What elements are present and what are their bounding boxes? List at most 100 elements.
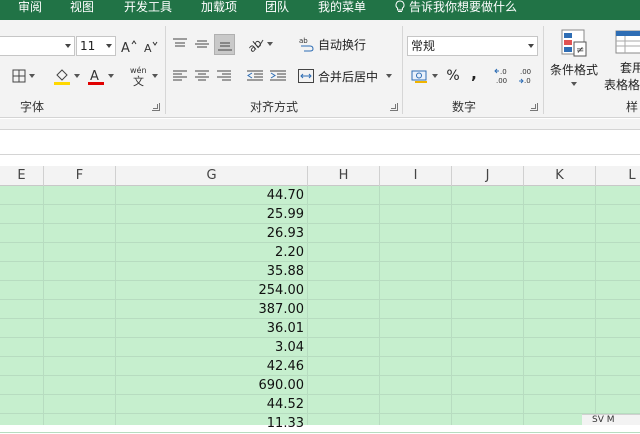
align-right-button[interactable] <box>214 66 234 86</box>
sheet-top-gap <box>0 156 640 166</box>
formula-bar[interactable] <box>0 129 640 155</box>
tell-me-search[interactable]: 告诉我你想要做什么 <box>394 0 517 20</box>
tab-addins[interactable]: 加载项 <box>201 0 237 20</box>
cell-g-value[interactable]: 3.04 <box>116 338 306 357</box>
cell-g-value[interactable]: 26.93 <box>116 224 306 243</box>
column-header-g[interactable]: G <box>116 166 308 186</box>
increase-indent-button[interactable] <box>268 66 288 86</box>
percent-style-button[interactable]: % <box>444 66 462 86</box>
font-color-button[interactable]: A <box>84 65 116 87</box>
cell-g-value[interactable]: 690.00 <box>116 376 306 395</box>
increase-decimal-button[interactable]: .0.00 <box>494 65 514 87</box>
decrease-font-icon: A <box>144 41 158 53</box>
table-row: 254.00 <box>0 281 640 300</box>
phonetic-guide-button[interactable]: wén 文 <box>126 64 160 88</box>
column-headers: E F G H I J K L <box>0 166 640 186</box>
group-separator <box>402 26 403 114</box>
align-bottom-button[interactable] <box>214 34 235 55</box>
tab-my-menu[interactable]: 我的菜单 <box>318 0 366 20</box>
merge-center-label: 合并后居中 <box>318 69 379 84</box>
align-left-button[interactable] <box>170 66 190 86</box>
lightbulb-icon <box>395 0 405 12</box>
align-top-icon <box>173 38 187 47</box>
borders-icon <box>12 69 25 83</box>
table-row: 26.93 <box>0 224 640 243</box>
percent-label: % <box>446 68 460 84</box>
wrap-text-icon: ab <box>299 37 314 52</box>
align-center-icon <box>195 70 209 81</box>
comma-label: , <box>471 65 477 83</box>
status-bar-fragment: SV M <box>582 414 640 425</box>
cell-g-value[interactable]: 35.88 <box>116 262 306 281</box>
table-row: 690.00 <box>0 376 640 395</box>
column-header-e[interactable]: E <box>0 166 44 186</box>
align-top-button[interactable] <box>170 34 190 54</box>
cell-g-value[interactable]: 42.46 <box>116 357 306 376</box>
format-as-table-button[interactable]: 套用 表格格式 <box>604 28 640 94</box>
cell-grid[interactable]: 44.70 25.99 26.93 2.20 35.88 254.00 387.00 36.0… <box>0 186 640 433</box>
wrap-text-button[interactable]: ab 自动换行 <box>298 34 370 54</box>
column-header-i[interactable]: I <box>380 166 452 186</box>
increase-font-size-button[interactable]: A <box>120 36 138 56</box>
tab-team[interactable]: 团队 <box>265 0 289 20</box>
fill-color-button[interactable] <box>50 65 82 87</box>
column-header-f[interactable]: F <box>44 166 116 186</box>
cell-g-value[interactable]: 36.01 <box>116 319 306 338</box>
column-header-l[interactable]: L <box>596 166 640 186</box>
align-middle-button[interactable] <box>192 34 212 54</box>
tab-developer[interactable]: 开发工具 <box>124 0 172 20</box>
format-as-table-icon <box>615 30 640 54</box>
borders-button[interactable] <box>6 66 40 86</box>
table-row: 42.46 <box>0 357 640 376</box>
align-bottom-icon <box>217 42 232 50</box>
align-center-button[interactable] <box>192 66 212 86</box>
group-separator <box>543 26 544 114</box>
svg-text:≠: ≠ <box>576 45 584 56</box>
column-header-h[interactable]: H <box>308 166 380 186</box>
tab-view[interactable]: 视图 <box>70 0 94 20</box>
number-dialog-launcher[interactable] <box>530 103 538 111</box>
decrease-font-size-button[interactable]: A <box>142 36 160 56</box>
column-header-k[interactable]: K <box>524 166 596 186</box>
merge-center-button[interactable]: 合并后居中 <box>298 66 398 86</box>
svg-text:ab: ab <box>248 36 264 52</box>
cell-g-value[interactable]: 44.70 <box>116 186 306 205</box>
cell-g-value[interactable]: 44.52 <box>116 395 306 414</box>
gridline <box>595 186 596 425</box>
conditional-formatting-icon: ≠ <box>561 29 587 57</box>
number-format-combo[interactable]: 常规 <box>407 36 538 56</box>
font-size-combo[interactable]: 11 <box>76 36 116 56</box>
ribbon-tab-bar: 审阅 视图 开发工具 加载项 团队 我的菜单 告诉我你想要做什么 <box>0 0 640 20</box>
cell-g-value[interactable]: 387.00 <box>116 300 306 319</box>
decrease-decimal-icon: .00.0 <box>519 68 531 85</box>
increase-font-icon: A <box>121 40 137 53</box>
orientation-button[interactable]: ab <box>246 34 274 54</box>
svg-text:文: 文 <box>133 74 144 87</box>
conditional-formatting-button[interactable]: ≠ 条件格式 <box>546 28 602 94</box>
decrease-decimal-button[interactable]: .00.0 <box>518 65 538 87</box>
merge-center-icon <box>298 69 314 83</box>
font-dialog-launcher[interactable] <box>152 103 160 111</box>
font-group-label: 字体 <box>20 100 45 114</box>
align-left-icon <box>173 70 187 81</box>
column-header-j[interactable]: J <box>452 166 524 186</box>
accounting-format-button[interactable] <box>408 65 440 87</box>
cell-g-value[interactable]: 25.99 <box>116 205 306 224</box>
decrease-indent-button[interactable] <box>245 66 265 86</box>
format-as-table-label-1: 套用 <box>620 61 640 75</box>
comma-style-button[interactable]: , <box>466 64 482 84</box>
font-size-value: 11 <box>80 39 96 53</box>
font-name-combo[interactable] <box>0 36 75 56</box>
cell-g-value[interactable]: 2.20 <box>116 243 306 262</box>
tab-review[interactable]: 审阅 <box>18 0 42 20</box>
table-row: 2.20 <box>0 243 640 262</box>
gridline <box>307 186 308 425</box>
number-group-label: 数字 <box>452 100 477 114</box>
alignment-dialog-launcher[interactable] <box>390 103 398 111</box>
cell-g-value[interactable]: 254.00 <box>116 281 306 300</box>
svg-text:wén: wén <box>130 65 147 75</box>
table-row: 44.52 <box>0 395 640 414</box>
cell-g-value[interactable]: 11.33 <box>116 414 306 433</box>
table-row: 44.70 <box>0 186 640 205</box>
svg-text:.0: .0 <box>500 68 507 76</box>
